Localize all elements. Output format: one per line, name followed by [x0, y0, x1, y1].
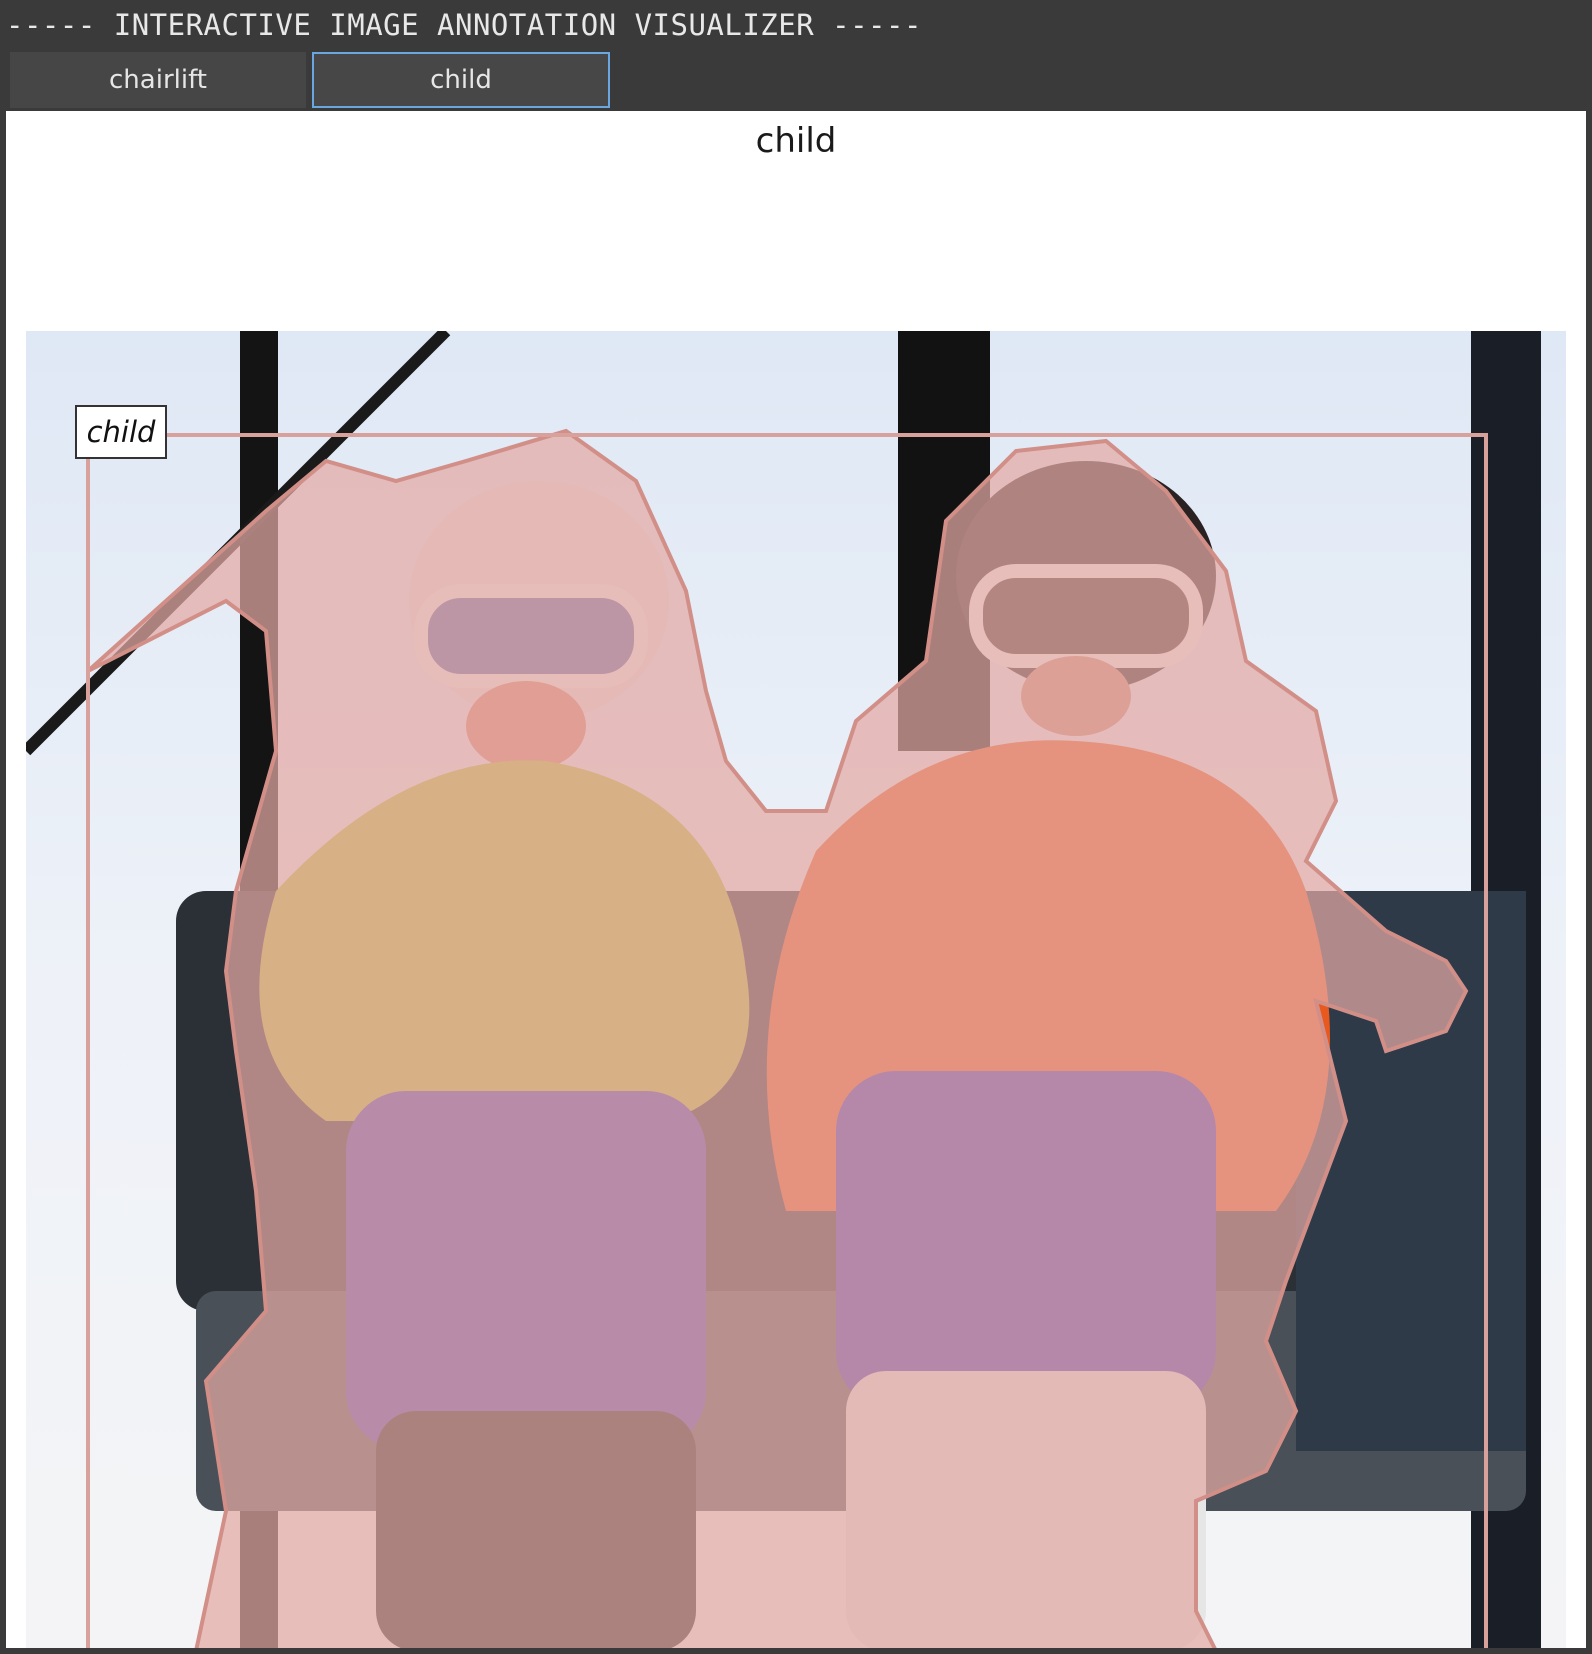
annotated-image	[26, 331, 1566, 1648]
annotation-panel: child child	[6, 111, 1586, 1648]
tab-child[interactable]: child	[312, 52, 610, 108]
panel-title: child	[755, 121, 837, 161]
tab-chairlift[interactable]: chairlift	[10, 52, 306, 108]
annotation-label: child	[75, 405, 167, 459]
app-title: ----- INTERACTIVE IMAGE ANNOTATION VISUA…	[6, 8, 922, 42]
